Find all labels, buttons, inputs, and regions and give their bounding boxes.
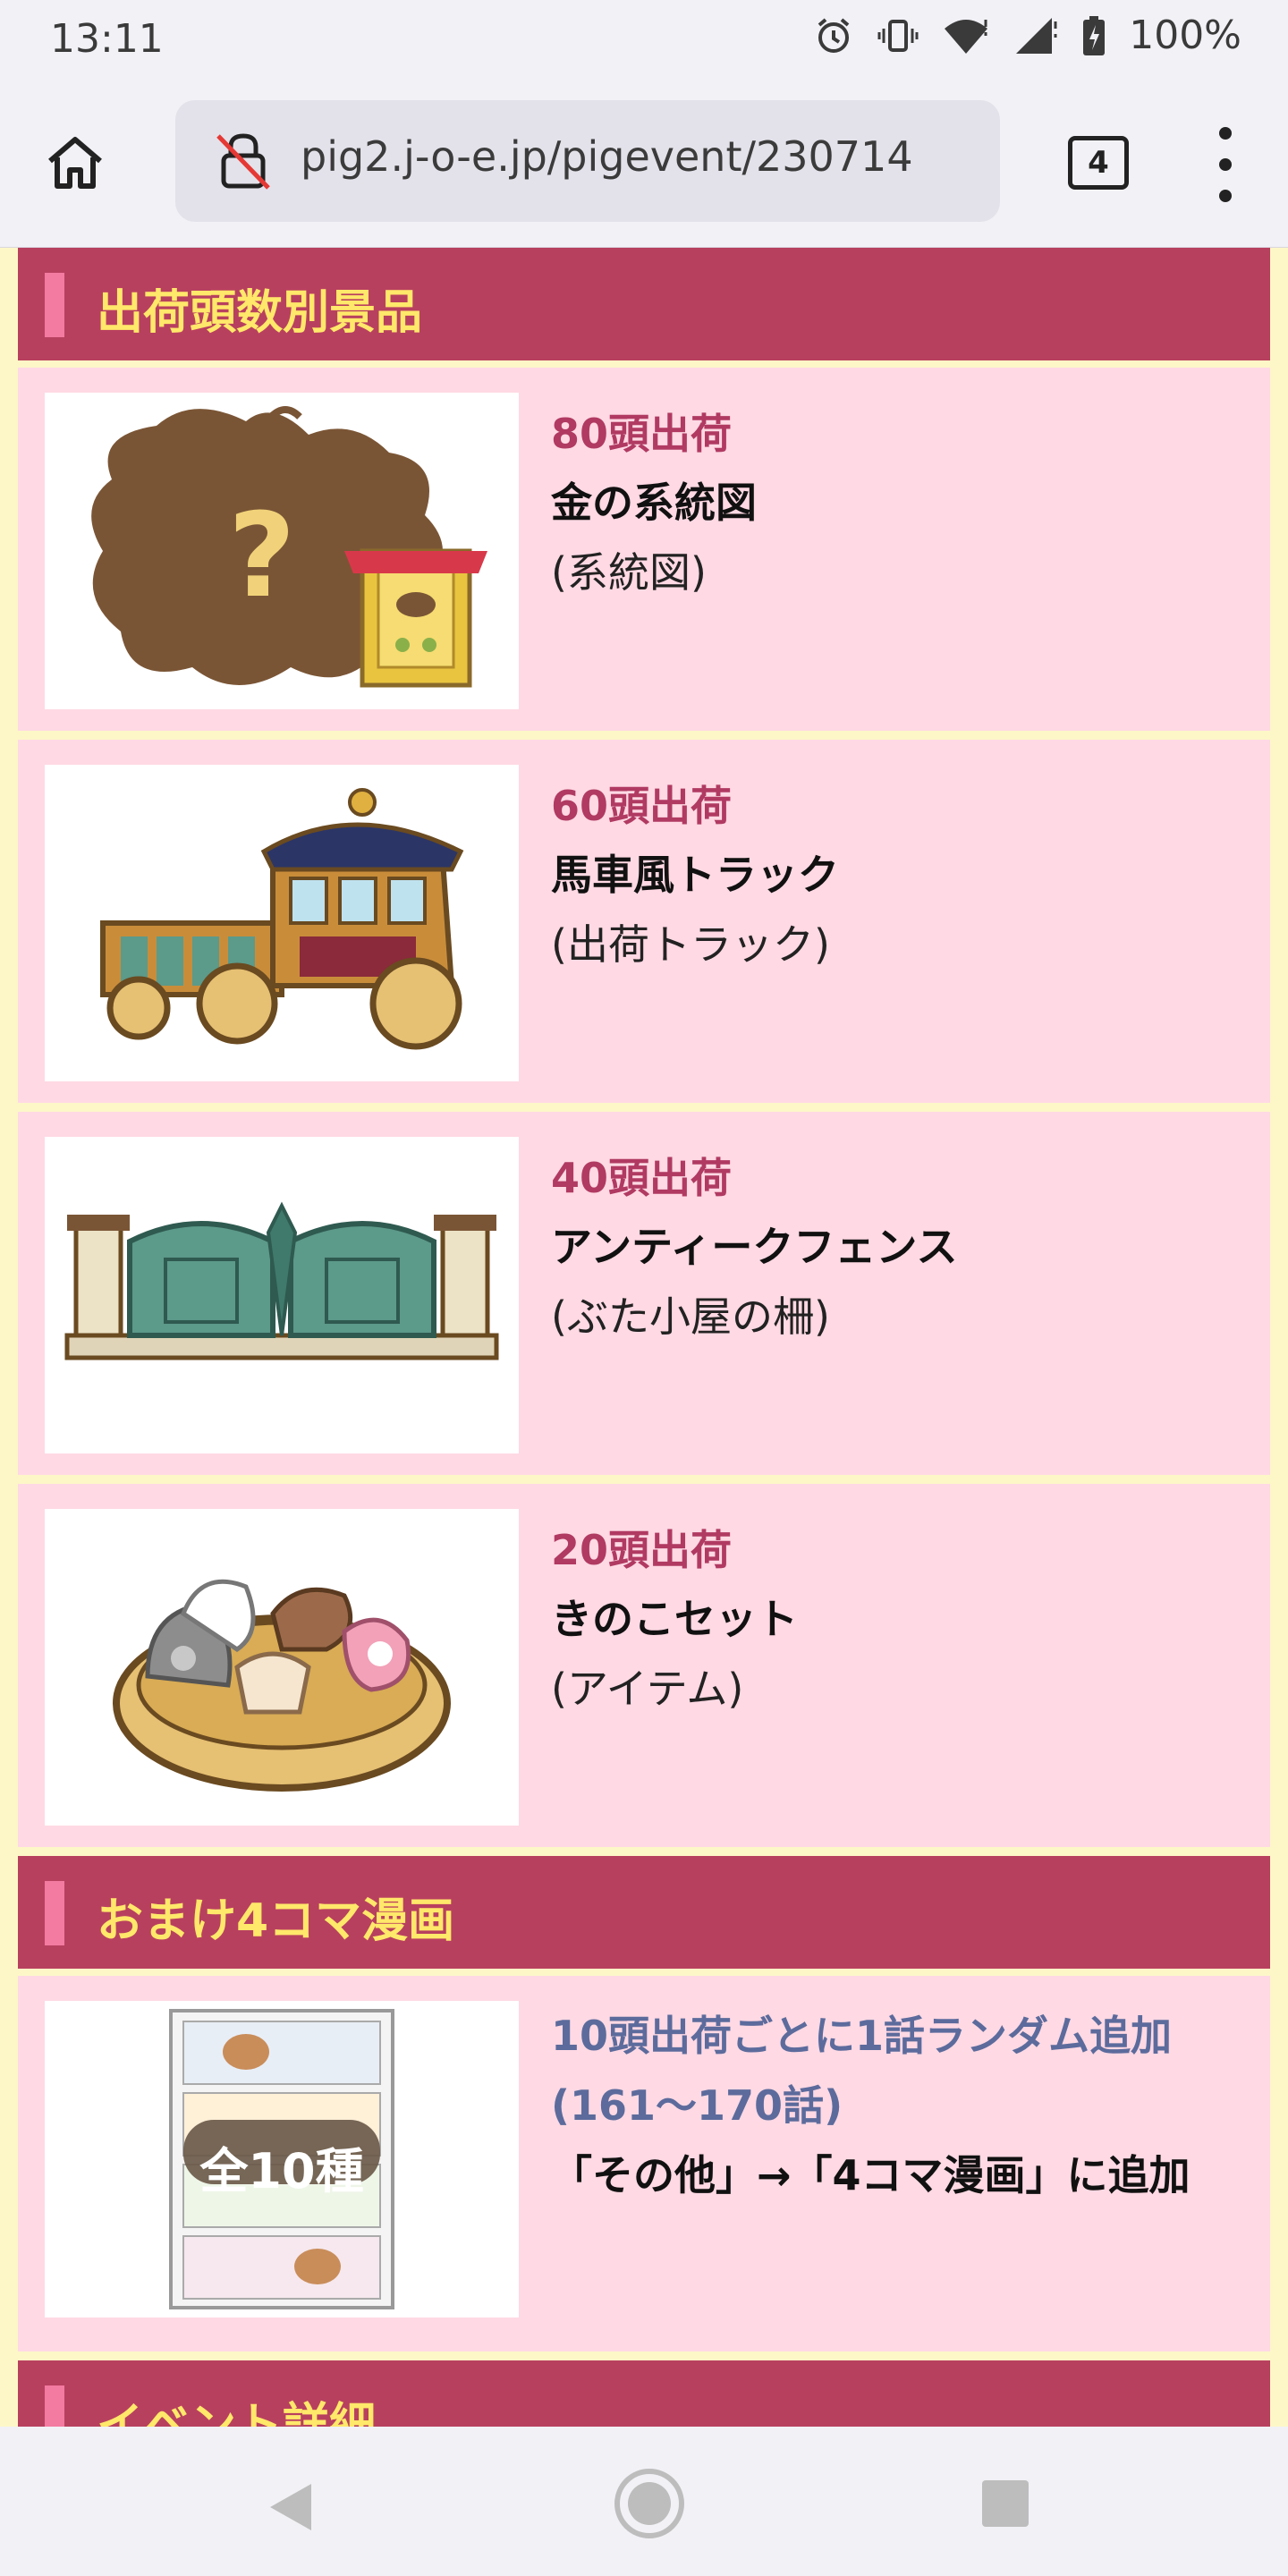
section-header-details: イベント詳細 — [18, 2360, 1270, 2427]
antique-fence-image — [45, 1137, 519, 1453]
header-accent-bar — [45, 1881, 64, 1945]
prize-category: (出荷トラック) — [551, 920, 830, 969]
manga-location-note: 「その他」→「4コマ漫画」に追加 — [551, 2151, 1191, 2199]
manga-badge: 全10種 — [199, 2143, 364, 2199]
overflow-menu-button[interactable] — [1208, 127, 1243, 202]
home-circle-icon — [614, 2469, 684, 2538]
prize-name: 金の系統図 — [551, 479, 757, 527]
golden-family-tree-image: ? — [45, 393, 519, 709]
menu-dot — [1219, 190, 1232, 202]
prize-category: (アイテム) — [551, 1665, 744, 1713]
wifi-icon — [941, 14, 991, 57]
carriage-truck-image — [45, 765, 519, 1081]
prize-text: 20頭出荷 きのこセット (アイテム) — [551, 1516, 1252, 1724]
prize-row: 40頭出荷 アンティークフェンス (ぶた小屋の柵) — [18, 1112, 1270, 1475]
manga-description: 10頭出荷ごとに1話ランダム追加 — [551, 2012, 1173, 2060]
prize-text: 60頭出荷 馬車風トラック (出荷トラック) — [551, 772, 1252, 979]
mushroom-set-image — [45, 1509, 519, 1826]
menu-dot — [1219, 127, 1232, 140]
back-button[interactable] — [265, 2480, 315, 2538]
prize-text: 80頭出荷 金の系統図 (系統図) — [551, 400, 1252, 607]
status-bar: 13:11 100% — [0, 0, 1288, 86]
prize-name: 馬車風トラック — [551, 851, 839, 899]
url-text: pig2.j-o-e.jp/pigevent/230714 — [301, 132, 913, 181]
prize-name: アンティークフェンス — [551, 1223, 958, 1271]
home-icon — [48, 137, 102, 189]
manga-row: 全10種 10頭出荷ごとに1話ランダム追加 (161〜170話) 「その他」→「… — [18, 1976, 1270, 2351]
url-field[interactable]: pig2.j-o-e.jp/pigevent/230714 — [175, 100, 1000, 222]
home-nav-button[interactable] — [612, 2466, 687, 2545]
manga-text: 10頭出荷ごとに1話ランダム追加 (161〜170話) 「その他」→「4コマ漫画… — [551, 2001, 1252, 2210]
prize-category: (ぶた小屋の柵) — [551, 1292, 830, 1341]
home-button[interactable] — [39, 127, 111, 199]
insecure-lock-icon — [216, 133, 270, 190]
prize-count: 20頭出荷 — [551, 1526, 733, 1574]
alarm-icon — [812, 14, 855, 57]
prize-text: 40頭出荷 アンティークフェンス (ぶた小屋の柵) — [551, 1144, 1252, 1352]
section-header-prizes: 出荷頭数別景品 — [18, 248, 1270, 360]
prize-name: きのこセット — [551, 1595, 798, 1643]
section-title: イベント詳細 — [97, 2399, 377, 2427]
status-time: 13:11 — [50, 16, 164, 62]
browser-toolbar: pig2.j-o-e.jp/pigevent/230714 4 — [0, 86, 1288, 248]
status-icons: 100% — [812, 13, 1241, 58]
prize-count: 60頭出荷 — [551, 782, 733, 830]
menu-dot — [1219, 158, 1232, 171]
battery-percent: 100% — [1129, 13, 1241, 58]
battery-charging-icon — [1080, 14, 1107, 57]
header-accent-bar — [45, 273, 64, 337]
prize-category: (系統図) — [551, 548, 707, 597]
prize-count: 40頭出荷 — [551, 1154, 733, 1202]
prize-row: 60頭出荷 馬車風トラック (出荷トラック) — [18, 740, 1270, 1103]
tab-switcher-button[interactable]: 4 — [1068, 136, 1129, 190]
back-icon — [270, 2484, 311, 2530]
svg-text:?: ? — [228, 487, 295, 623]
recent-apps-button[interactable] — [982, 2480, 1029, 2527]
system-nav-bar — [0, 2427, 1288, 2576]
page-content[interactable]: 出荷頭数別景品 ? 80頭出荷 金の系統図 (系統図) 60頭出荷 馬車風トラッ… — [0, 248, 1288, 2427]
header-accent-bar — [45, 2385, 64, 2427]
prize-row: 20頭出荷 きのこセット (アイテム) — [18, 1484, 1270, 1847]
section-title: おまけ4コマ漫画 — [97, 1894, 455, 1948]
prize-row: ? 80頭出荷 金の系統図 (系統図) — [18, 368, 1270, 731]
manga-thumbnail-image: 全10種 — [45, 2001, 519, 2318]
vibrate-icon — [877, 14, 919, 57]
prize-count: 80頭出荷 — [551, 410, 733, 458]
section-title: 出荷頭数別景品 — [97, 286, 423, 340]
section-header-manga: おまけ4コマ漫画 — [18, 1856, 1270, 1969]
manga-episode-range: (161〜170話) — [551, 2081, 843, 2130]
signal-icon — [1013, 14, 1059, 57]
